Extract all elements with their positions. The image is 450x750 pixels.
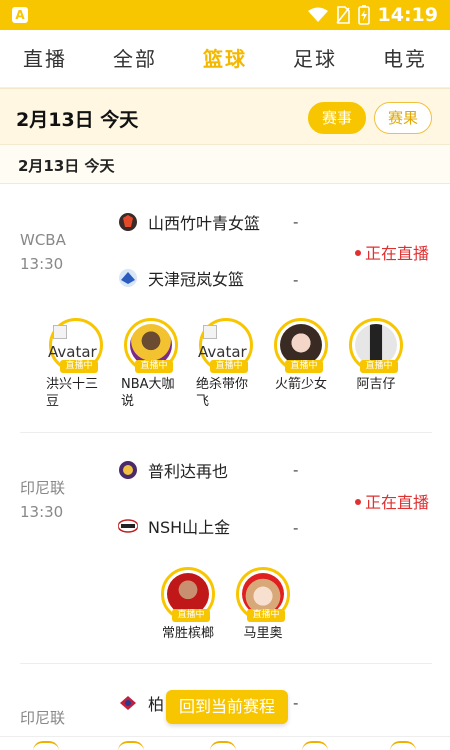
away-score: - <box>293 519 299 537</box>
away-score: - <box>293 271 299 289</box>
anchor-item[interactable]: Avatar 直播中 绝杀带你飞 <box>196 318 256 410</box>
back-to-current-button[interactable]: 回到当前赛程 <box>166 690 288 724</box>
divider <box>20 663 432 664</box>
no-sim-icon <box>335 6 350 24</box>
nav-schedule-icon[interactable] <box>118 741 144 750</box>
away-team: NSH山上金 <box>118 513 230 539</box>
anchor-name: 火箭少女 <box>274 377 327 392</box>
bottom-nav <box>0 736 450 750</box>
section-date-header: 2月13日 今天 <box>0 144 450 184</box>
home-team: 山西竹叶青女篮 <box>118 209 260 235</box>
live-status: 正在直播 <box>355 489 429 513</box>
avatar-alt-text: Avatar <box>48 343 97 361</box>
tab-basketball[interactable]: 篮球 <box>180 30 270 87</box>
nav-home-icon[interactable] <box>210 741 236 750</box>
tab-esports[interactable]: 电竞 <box>360 30 450 87</box>
home-team-name: 柏 <box>148 695 165 714</box>
team-logo-icon <box>119 269 137 287</box>
live-status: 正在直播 <box>355 240 429 264</box>
home-team-name: 普利达再也 <box>148 462 229 481</box>
section-date-label: 2月13日 今天 <box>18 157 115 175</box>
home-score: - <box>293 213 299 231</box>
anchor-name: 阿吉仔 <box>356 377 396 392</box>
anchor-item[interactable]: 直播中 阿吉仔 <box>346 318 406 393</box>
live-badge: 直播中 <box>247 609 285 622</box>
team-logo-icon <box>120 696 136 710</box>
live-dot-icon <box>355 249 361 256</box>
avatar: 直播中 <box>349 318 403 373</box>
team-logo-icon <box>119 213 137 231</box>
avatar-alt-text: Avatar <box>198 343 247 361</box>
schedule-button[interactable]: 赛事 <box>308 102 366 134</box>
live-badge: 直播中 <box>360 360 398 373</box>
results-button[interactable]: 赛果 <box>374 102 432 134</box>
date-header: 2月13日 今天 赛事 赛果 <box>0 88 450 144</box>
live-badge: 直播中 <box>135 360 173 373</box>
home-team: 普利达再也 <box>118 457 228 483</box>
nav-profile-icon[interactable] <box>390 741 416 750</box>
live-badge: 直播中 <box>60 360 98 373</box>
live-badge: 直播中 <box>210 360 248 373</box>
live-badge: 直播中 <box>172 609 210 622</box>
anchor-item[interactable]: 直播中 火箭少女 <box>271 318 331 393</box>
nav-basketball-icon[interactable] <box>33 741 59 750</box>
tab-live[interactable]: 直播 <box>0 30 90 87</box>
avatar: 直播中 <box>124 318 178 373</box>
anchor-item[interactable]: Avatar 直播中 洪兴十三豆 <box>46 318 106 410</box>
avatar: 直播中 <box>236 567 290 622</box>
broken-image-icon <box>53 325 67 339</box>
avatar: 直播中 <box>274 318 328 373</box>
home-team: 柏 <box>118 690 164 716</box>
category-tabs: 直播 全部 篮球 足球 电竞 <box>0 30 450 88</box>
live-status-label: 正在直播 <box>365 244 430 263</box>
away-team: 天津冠岚女篮 <box>118 265 244 291</box>
anchor-item[interactable]: 直播中 常胜槟榔 <box>158 567 218 642</box>
live-status-label: 正在直播 <box>365 493 430 512</box>
avatar: Avatar 直播中 <box>48 318 103 373</box>
avatar: 直播中 <box>161 567 215 622</box>
divider <box>20 432 432 433</box>
date-title: 2月13日 今天 <box>16 109 139 131</box>
anchor-name: 洪兴十三豆 <box>46 377 99 409</box>
battery-charging-icon <box>357 5 370 25</box>
league-name: 印尼联 <box>20 709 66 727</box>
anchor-name: 常胜槟榔 <box>161 626 214 641</box>
home-score: - <box>293 694 299 712</box>
anchor-name: 绝杀带你飞 <box>196 377 249 409</box>
home-score: - <box>293 461 299 479</box>
home-team-name: 山西竹叶青女篮 <box>148 214 261 233</box>
tab-football[interactable]: 足球 <box>270 30 360 87</box>
anchor-item[interactable]: 直播中 NBA大咖说 <box>121 318 181 410</box>
anchor-item[interactable]: 直播中 马里奥 <box>233 567 293 642</box>
app-notification-icon: A <box>12 7 28 23</box>
tab-all[interactable]: 全部 <box>90 30 180 87</box>
away-team-name: 天津冠岚女篮 <box>148 270 245 289</box>
live-dot-icon <box>355 498 361 505</box>
nav-video-icon[interactable] <box>302 741 328 750</box>
match-time: 13:30 <box>20 503 64 521</box>
team-logo-icon <box>118 519 138 533</box>
broken-image-icon <box>203 325 217 339</box>
anchor-name: 马里奥 <box>243 626 283 641</box>
team-logo-icon <box>119 461 137 479</box>
wifi-icon <box>307 7 328 22</box>
live-badge: 直播中 <box>285 360 323 373</box>
match-time: 13:30 <box>20 255 64 273</box>
league-name: 印尼联 <box>20 479 66 497</box>
league-name: WCBA <box>20 231 66 249</box>
avatar: Avatar 直播中 <box>198 318 253 373</box>
status-bar: A 14:19 <box>0 0 450 30</box>
away-team-name: NSH山上金 <box>148 518 231 537</box>
clock: 14:19 <box>377 4 438 26</box>
anchor-name: NBA大咖说 <box>121 377 175 409</box>
